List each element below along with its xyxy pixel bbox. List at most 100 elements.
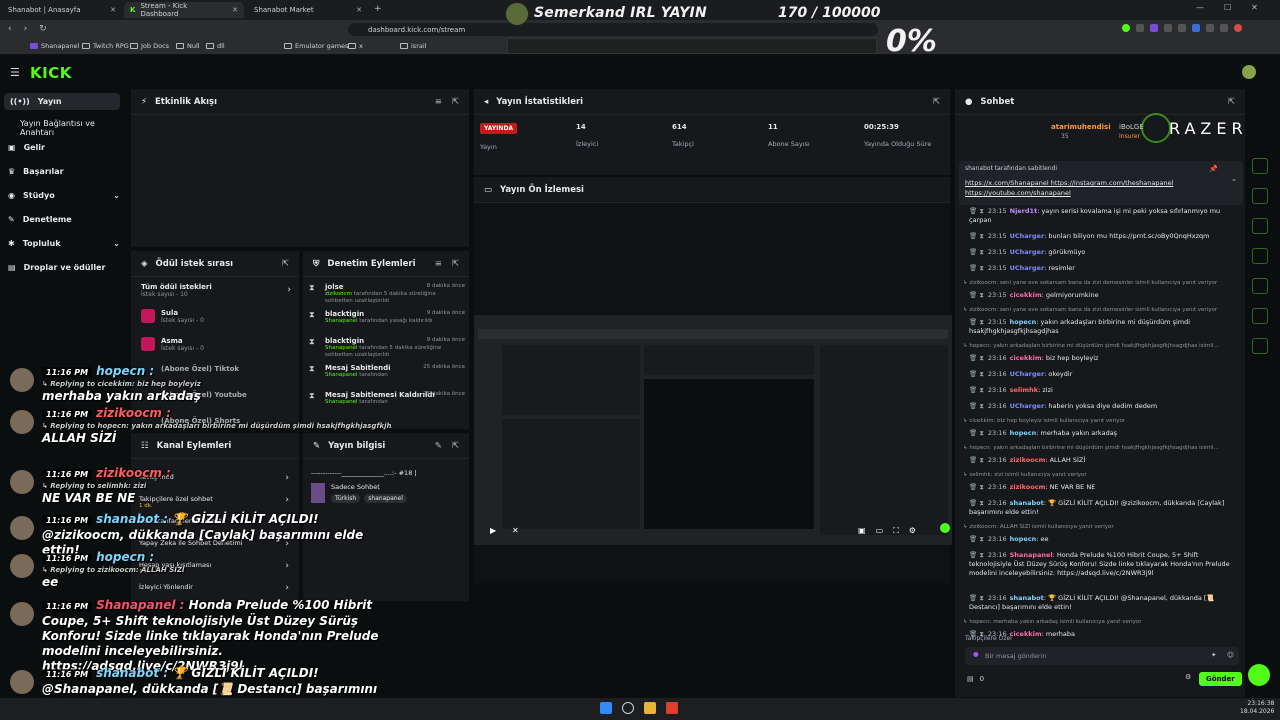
mod-tools-icon[interactable]: 🗑 ⧗	[969, 264, 984, 272]
close-window-icon[interactable]: ✕	[1251, 3, 1258, 12]
chat-username[interactable]: shanabot	[1010, 499, 1044, 507]
chat-username[interactable]: zizikoocm	[1010, 456, 1046, 464]
filter-icon[interactable]: ≡	[435, 97, 442, 107]
chat-message[interactable]: 🗑 ⧗ 23:16 UCharger: okeydir	[969, 370, 1241, 379]
pin-icon[interactable]: 📌	[1209, 165, 1218, 173]
chat-message[interactable]: 🗑 ⧗ 23:15 hopecn: yakın arkadaşları birbir…	[969, 318, 1241, 336]
mod-tools-icon[interactable]: 🗑 ⧗	[969, 207, 984, 215]
url-field[interactable]: dashboard.kick.com/stream	[348, 23, 878, 36]
sidebar-item-gelir[interactable]: ▣ Gelir	[8, 143, 45, 152]
extension-icon[interactable]	[1178, 24, 1186, 32]
chat-username[interactable]: cicekkim	[1010, 291, 1042, 299]
chat-message[interactable]: 🗑 ⧗ 23:15 Njerd1t: yayın serisi kovalama i…	[969, 207, 1241, 225]
mod-tools-icon[interactable]: 🗑 ⧗	[969, 291, 984, 299]
mod-tools-icon[interactable]: 🗑 ⧗	[969, 386, 984, 394]
toolbar-button[interactable]	[1252, 278, 1268, 294]
bookmark-item[interactable]: Twitch RPG	[82, 42, 129, 50]
chat-message[interactable]: 🗑 ⧗ 23:16 shanabot: 🏆 GİZLİ KİLİT AÇILDI! …	[969, 594, 1241, 612]
play-icon[interactable]: ▶	[490, 526, 496, 535]
brave-browser-icon[interactable]	[666, 702, 678, 714]
bookmark-item[interactable]: Emulator games	[284, 42, 348, 50]
start-icon[interactable]	[600, 702, 612, 714]
chat-username[interactable]: hopecn	[1010, 535, 1037, 543]
chat-username[interactable]: Njerd1t	[1010, 207, 1038, 215]
extension-icon[interactable]	[1220, 24, 1228, 32]
tab-kick-dashboard[interactable]: K Stream - Kick Dashboard ✕	[124, 2, 244, 18]
minimize-icon[interactable]: —	[1196, 3, 1204, 12]
chat-message[interactable]: 🗑 ⧗ 23:16 hopecn: ee	[969, 535, 1241, 544]
pip-icon[interactable]: ▣	[858, 526, 866, 536]
mod-tools-icon[interactable]: 🗑 ⧗	[969, 402, 984, 410]
reward-item[interactable]: Tüm ödül istekleri İstek sayısı - 10 ›	[141, 283, 291, 298]
toolbar-button[interactable]	[1252, 308, 1268, 324]
popout-icon[interactable]: ⇱	[282, 259, 289, 269]
sidebar-item-topluluk[interactable]: ✱ Topluluk ⌄	[8, 239, 120, 248]
new-tab-button[interactable]: +	[374, 4, 382, 14]
mod-action-item[interactable]: ⧗ blacktigin 9 dakika önce Shanapanel taraf…	[309, 310, 465, 325]
mod-tools-icon[interactable]: 🗑 ⧗	[969, 456, 984, 464]
chevron-down-icon[interactable]: ⌄	[1231, 175, 1237, 183]
mod-tools-icon[interactable]: 🗑 ⧗	[969, 551, 984, 559]
close-icon[interactable]: ✕	[232, 6, 238, 14]
toolbar-button[interactable]	[1252, 188, 1268, 204]
chat-message[interactable]: 🗑 ⧗ 23:16 hopecn: merhaba yakın arkadaş	[969, 429, 1241, 438]
chat-username[interactable]: zizikoocm	[1010, 483, 1046, 491]
popout-icon[interactable]: ⇱	[452, 441, 459, 451]
chat-input[interactable]: Bir mesaj gönderin ● ✦ ☺	[965, 647, 1239, 665]
sidebar-item-yayin[interactable]: ((•)) Yayın	[4, 93, 120, 110]
file-explorer-icon[interactable]	[644, 702, 656, 714]
chat-username[interactable]: cicekkim	[1010, 630, 1042, 638]
kick-logo[interactable]: KICK	[30, 64, 72, 82]
chat-username[interactable]: UCharger	[1010, 402, 1045, 410]
reload-icon[interactable]: ↻	[39, 24, 47, 34]
chat-username[interactable]: UCharger	[1010, 232, 1045, 240]
help-chat-icon[interactable]	[1248, 664, 1270, 686]
chat-message[interactable]: 🗑 ⧗ 23:15 UCharger: görükmüyo	[969, 248, 1241, 257]
chat-message[interactable]: 🗑 ⧗ 23:15 UCharger: resimler	[969, 264, 1241, 273]
chat-message[interactable]: 🗑 ⧗ 23:16 cicekkim: biz hep boyleyiz	[969, 354, 1241, 363]
chat-message[interactable]: 🗑 ⧗ 23:16 Shanapanel: Honda Prelude %100 H…	[969, 551, 1241, 578]
forward-icon[interactable]: ›	[24, 24, 28, 34]
extension-icon[interactable]	[1150, 24, 1158, 32]
chat-username[interactable]: Shanapanel	[1010, 551, 1053, 559]
chat-username[interactable]: UCharger	[1010, 248, 1045, 256]
tab-shanabot-market[interactable]: Shanabot Market ✕	[248, 2, 368, 18]
send-button[interactable]: Gönder	[1199, 672, 1242, 686]
mod-tools-icon[interactable]: 🗑 ⧗	[969, 248, 984, 256]
chat-message[interactable]: 🗑 ⧗ 23:16 zizikoocm: NE VAR BE NE	[969, 483, 1241, 492]
mic-icon[interactable]: ●	[973, 650, 979, 658]
bookmark-item[interactable]: x	[348, 42, 363, 50]
reward-item[interactable]: Sula İstek sayısı - 0	[141, 309, 291, 324]
search-icon[interactable]	[622, 702, 634, 714]
bookmark-item[interactable]: Job Docs	[130, 42, 169, 50]
extension-icon[interactable]	[1206, 24, 1214, 32]
sidebar-item-basarilar[interactable]: ♛ Başarılar	[8, 167, 64, 176]
settings-icon[interactable]: ⚙	[909, 526, 916, 536]
emoji-icon[interactable]: ☺	[1227, 651, 1234, 659]
chat-message[interactable]: 🗑 ⧗ 23:15 UCharger: bunları biliyon mu htt…	[969, 232, 1241, 241]
mod-tools-icon[interactable]: 🗑 ⧗	[969, 429, 984, 437]
toolbar-button[interactable]	[1252, 248, 1268, 264]
popout-icon[interactable]: ⇱	[452, 97, 459, 107]
theater-icon[interactable]: ▭	[876, 526, 884, 536]
sidebar-item-droplar[interactable]: ▤ Droplar ve ödüller	[8, 263, 105, 272]
chat-username[interactable]: hopecn	[1010, 318, 1037, 326]
mod-tools-icon[interactable]: 🗑 ⧗	[969, 499, 984, 507]
sidebar-item-denetleme[interactable]: ✎ Denetleme	[8, 215, 72, 224]
menu-icon[interactable]: ☰	[10, 66, 20, 79]
settings-icon[interactable]: ⚙	[1185, 673, 1191, 681]
chat-username[interactable]: UCharger	[1010, 370, 1045, 378]
sidebar-item-studyo[interactable]: ◉ Stüdyo ⌄	[8, 191, 120, 200]
bookmark-item[interactable]: dll	[206, 42, 225, 50]
bookmark-item[interactable]: israil	[400, 42, 426, 50]
filter-icon[interactable]: ≡	[435, 259, 442, 269]
extension-icon[interactable]	[1164, 24, 1172, 32]
popout-icon[interactable]: ⇱	[933, 97, 940, 107]
chat-message[interactable]: 🗑 ⧗ 23:16 selimhk: zizi	[969, 386, 1241, 395]
popout-icon[interactable]: ⇱	[1228, 97, 1235, 107]
chat-username[interactable]: UCharger	[1010, 264, 1045, 272]
maximize-icon[interactable]: ☐	[1224, 3, 1231, 12]
mod-tools-icon[interactable]: 🗑 ⧗	[969, 370, 984, 378]
chat-message[interactable]: 🗑 ⧗ 23:16 UCharger: haberin yoksa diye ded…	[969, 402, 1241, 411]
chat-message[interactable]: 🗑 ⧗ 23:16 zizikoocm: ALLAH SİZİ	[969, 456, 1241, 465]
